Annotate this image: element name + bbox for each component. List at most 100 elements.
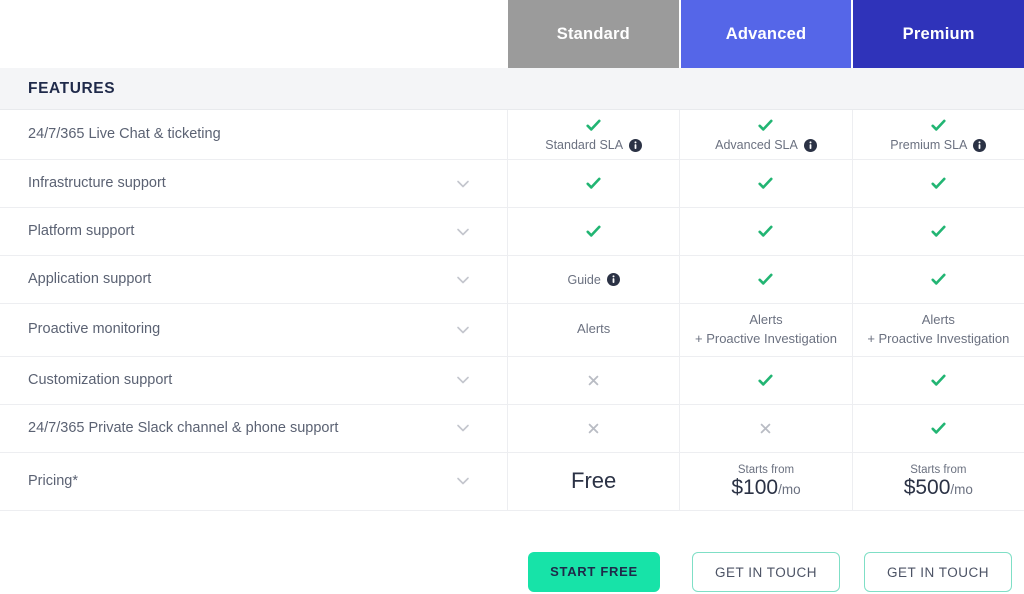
cta-slot: START FREE [508, 550, 680, 594]
value-text-line2: + Proactive Investigation [694, 330, 837, 346]
feature-label: Pricing* [28, 472, 78, 489]
feature-label-cell[interactable]: Infrastructure support [0, 160, 508, 207]
check-icon [758, 225, 774, 237]
price-value: $100/mo [731, 475, 801, 499]
feature-label-cell[interactable]: 24/7/365 Private Slack channel & phone s… [0, 404, 508, 452]
chevron-down-icon[interactable] [455, 176, 471, 192]
start-free-button[interactable]: START FREE [528, 552, 660, 592]
feature-label: Customization support [28, 371, 173, 388]
plan-value-cell: Alerts + Proactive Investigation [680, 304, 853, 356]
price-period: /mo [778, 481, 801, 497]
feature-label: Proactive monitoring [28, 321, 161, 338]
plan-value-cell [508, 404, 681, 452]
sla-label: Premium SLA [890, 138, 968, 152]
cta-slot: GET IN TOUCH [680, 550, 852, 594]
feature-label: 24/7/365 Live Chat & ticketing [28, 126, 221, 143]
sla-note: Premium SLA [890, 138, 987, 152]
plan-header-premium: Premium [853, 0, 1024, 68]
plan-value-cell: Alerts + Proactive Investigation [853, 304, 1024, 356]
value-text-line2: + Proactive Investigation [867, 330, 1010, 346]
chevron-down-icon[interactable] [455, 224, 471, 240]
sla-note: Advanced SLA [715, 138, 817, 152]
plan-value-cell [853, 160, 1024, 207]
info-icon[interactable] [973, 138, 987, 152]
plan-value-cell: Starts from $500/mo [853, 453, 1024, 510]
plan-value-cell [680, 256, 853, 303]
info-icon[interactable] [629, 138, 643, 152]
feature-label: 24/7/365 Private Slack channel & phone s… [28, 419, 339, 436]
cross-icon [588, 423, 599, 433]
plan-value-cell [853, 208, 1024, 255]
feature-label: Platform support [28, 223, 135, 240]
info-icon[interactable] [606, 273, 620, 286]
plan-value-cell [853, 405, 1024, 452]
table-row: 24/7/365 Live Chat & ticketing Standard S… [0, 110, 1024, 160]
pricing-comparison-page: Standard Advanced Premium FEATURES 24/7/36… [0, 0, 1024, 594]
check-icon [931, 422, 946, 434]
info-icon[interactable] [803, 138, 817, 152]
check-icon [931, 119, 946, 131]
chevron-down-icon[interactable] [455, 473, 471, 489]
feature-label: Application support [28, 271, 152, 288]
sla-label: Advanced SLA [715, 138, 798, 152]
price-amount: $100 [731, 475, 779, 499]
plan-value-cell [853, 357, 1024, 404]
cross-icon [588, 375, 599, 385]
feature-label: Infrastructure support [28, 175, 166, 192]
plan-value-cell: Starts from $100/mo [680, 452, 853, 510]
plan-header-label: Premium [902, 24, 975, 43]
chevron-down-icon[interactable] [455, 272, 471, 288]
check-icon [586, 119, 601, 131]
table-row: Customization support [0, 356, 1024, 405]
price-prefix: Starts from [737, 463, 795, 476]
feature-comparison-table: 24/7/365 Live Chat & ticketing Standard S… [0, 110, 1024, 511]
feature-label-cell[interactable]: Pricing* [0, 452, 508, 510]
value-text-block: Alerts + Proactive Investigation [867, 311, 1009, 349]
chevron-down-icon[interactable] [455, 420, 471, 436]
value-text-line1: Alerts [921, 312, 955, 327]
plan-value-cell: Standard SLA [508, 110, 681, 159]
get-in-touch-button[interactable]: GET IN TOUCH [863, 552, 1013, 592]
sla-label: Standard SLA [545, 138, 624, 152]
price-period: /mo [950, 481, 973, 497]
table-row: Proactive monitoring Alerts Alerts + Proact… [0, 304, 1024, 357]
value-text-line1: Alerts [749, 312, 783, 327]
price-value: Free [571, 468, 617, 494]
price-value: $500/mo [904, 476, 973, 499]
plan-value-cell [853, 256, 1024, 303]
plan-value-cell: Guide [508, 256, 681, 303]
value-text: Guide [567, 272, 601, 287]
feature-label-cell[interactable]: Customization support [0, 356, 508, 404]
check-icon [758, 177, 774, 189]
value-text-block: Alerts + Proactive Investigation [695, 311, 837, 349]
check-icon [758, 273, 774, 285]
feature-label-cell[interactable]: Proactive monitoring [0, 304, 508, 356]
chevron-down-icon[interactable] [455, 322, 471, 338]
value-text-line1: Alerts [577, 321, 611, 337]
feature-label-cell[interactable]: Platform support [0, 208, 508, 255]
cta-slot: GET IN TOUCH [852, 550, 1024, 594]
plan-value-cell: Alerts [508, 304, 681, 356]
plan-header-advanced: Advanced [680, 0, 854, 68]
sla-note: Standard SLA [545, 138, 643, 152]
check-icon [586, 177, 601, 189]
check-icon [758, 374, 774, 386]
check-icon [758, 119, 774, 131]
plan-value-cell [508, 208, 681, 255]
cross-icon [761, 423, 771, 433]
feature-label-cell[interactable]: Application support [0, 256, 508, 303]
table-row: Application support Guide [0, 256, 1024, 304]
plan-header-label: Advanced [725, 24, 807, 43]
plan-header-row: Standard Advanced Premium [0, 0, 1024, 68]
table-row: Pricing* Free Starts from $100/mo Starts fro… [0, 452, 1024, 511]
chevron-down-icon[interactable] [455, 372, 471, 388]
check-icon [586, 225, 601, 237]
features-section-band: FEATURES [0, 68, 1024, 110]
cta-button-row: START FREE GET IN TOUCH GET IN TOUCH [508, 550, 1024, 594]
plan-header-spacer [0, 0, 508, 68]
plan-value-cell [680, 356, 853, 404]
value-text-block: Alerts [577, 320, 610, 339]
plan-value-cell [680, 208, 853, 255]
get-in-touch-button[interactable]: GET IN TOUCH [691, 552, 841, 592]
plan-value-cell: Free [508, 452, 681, 510]
